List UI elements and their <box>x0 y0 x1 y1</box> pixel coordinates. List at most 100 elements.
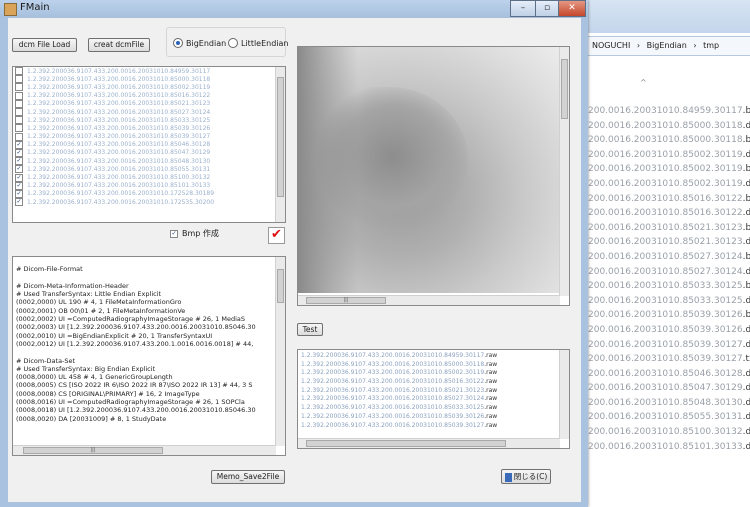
checkbox-unchecked-icon[interactable] <box>15 75 23 84</box>
raw-list-vertical-scrollbar[interactable] <box>559 350 569 439</box>
memo-save-button[interactable]: Memo_Save2File <box>211 470 285 484</box>
checklist-item[interactable]: ✓ 1.2.392.200036.9107.433.200.0016.200310… <box>13 148 285 157</box>
explorer-file-item[interactable]: 200.0016.20031010.85027.30124.dcm <box>588 265 750 280</box>
checkbox-checked-icon[interactable]: ✓ <box>15 148 23 157</box>
raw-file-list[interactable]: 1.2.392.200036.9107.433.200.0016.2003101… <box>297 349 570 449</box>
checklist-item[interactable]: 1.2.392.200036.9107.433.200.0016.2003101… <box>13 67 285 76</box>
checkbox-checked-icon[interactable]: ✓ <box>15 189 23 198</box>
explorer-file-item[interactable]: 200.0016.20031010.85021.30123.dcm <box>588 235 750 250</box>
checklist-item[interactable]: 1.2.392.200036.9107.433.200.0016.2003101… <box>13 116 285 125</box>
checklist-item[interactable]: 1.2.392.200036.9107.433.200.0016.2003101… <box>13 83 285 92</box>
address-segment[interactable]: NOGUCHI <box>592 41 630 50</box>
checkbox-unchecked-icon[interactable] <box>15 99 23 108</box>
checkbox-checked-icon[interactable]: ✓ <box>15 165 23 174</box>
checklist-item[interactable]: ✓ 1.2.392.200036.9107.433.200.0016.200310… <box>13 189 285 198</box>
explorer-file-item[interactable]: 200.0016.20031010.85000.30118.bmp <box>588 133 750 148</box>
raw-list-item[interactable]: 1.2.392.200036.9107.433.200.0016.2003101… <box>298 387 569 396</box>
maximize-button[interactable]: ▫ <box>535 0 559 17</box>
checkbox-unchecked-icon[interactable] <box>15 91 23 100</box>
explorer-file-item[interactable]: 200.0016.20031010.85039.30126.dcm <box>588 323 750 338</box>
close-app-button[interactable]: 閉じる(C) <box>501 469 551 484</box>
address-segment[interactable]: tmp <box>703 41 719 50</box>
checklist-item[interactable]: ✓ 1.2.392.200036.9107.433.200.0016.200310… <box>13 173 285 182</box>
radio-little-endian[interactable]: LittleEndian <box>228 38 289 48</box>
image-vertical-scrollbar[interactable] <box>559 47 569 296</box>
dicom-info-memo[interactable]: # Dicom-File-Format # Dicom-Meta-Informat… <box>12 256 286 456</box>
minimize-button[interactable]: – <box>510 0 536 17</box>
checkbox-checked-icon[interactable]: ✓ <box>15 181 23 190</box>
explorer-address-bar[interactable]: NOGUCHI › BigEndian › tmp <box>588 36 750 56</box>
explorer-file-item[interactable]: 200.0016.20031010.85027.30124.bmp <box>588 250 750 265</box>
checkbox-checked-icon[interactable]: ✓ <box>15 157 23 166</box>
explorer-file-item[interactable]: 200.0016.20031010.85002.30119.dcm <box>588 148 750 163</box>
checkbox-unchecked-icon[interactable] <box>15 116 23 125</box>
explorer-file-item[interactable]: 200.0016.20031010.85100.30132.dcm <box>588 425 750 440</box>
raw-list-item[interactable]: 1.2.392.200036.9107.433.200.0016.2003101… <box>298 395 569 404</box>
explorer-file-item[interactable]: 200.0016.20031010.85046.30128.dcm <box>588 367 750 382</box>
explorer-file-item[interactable]: 200.0016.20031010.85000.30118.dcm <box>588 119 750 134</box>
checklist-item[interactable]: 1.2.392.200036.9107.433.200.0016.2003101… <box>13 99 285 108</box>
checklist-item[interactable]: 1.2.392.200036.9107.433.200.0016.2003101… <box>13 91 285 100</box>
explorer-file-item[interactable]: 200.0016.20031010.85055.30131.dcm <box>588 410 750 425</box>
explorer-file-item[interactable]: 200.0016.20031010.84959.30117.bmp <box>588 104 750 119</box>
radio-big-endian[interactable]: BigEndian <box>173 38 226 48</box>
dcm-file-checklist[interactable]: 1.2.392.200036.9107.433.200.0016.2003101… <box>12 66 286 223</box>
bmp-create-checkbox[interactable]: ✓ Bmp 作成 <box>168 228 219 239</box>
explorer-file-item[interactable]: 200.0016.20031010.85033.30125.dcm <box>588 294 750 309</box>
raw-list-item[interactable]: 1.2.392.200036.9107.433.200.0016.2003101… <box>298 422 569 431</box>
scrollbar-thumb[interactable] <box>561 59 568 119</box>
explorer-file-item[interactable]: 200.0016.20031010.85101.30133.dcm <box>588 440 750 455</box>
checkbox-unchecked-icon[interactable] <box>15 108 23 117</box>
explorer-file-item[interactable]: 200.0016.20031010.85016.30122.dcm <box>588 206 750 221</box>
close-window-button[interactable]: ✕ <box>558 0 586 17</box>
explorer-file-item[interactable]: 200.0016.20031010.85048.30130.dcm <box>588 396 750 411</box>
checklist-item[interactable]: 1.2.392.200036.9107.433.200.0016.2003101… <box>13 124 285 133</box>
raw-list-item[interactable]: 1.2.392.200036.9107.433.200.0016.2003101… <box>298 361 569 370</box>
checkbox-checked-icon[interactable]: ✓ <box>15 198 23 207</box>
raw-list-item[interactable]: 1.2.392.200036.9107.433.200.0016.2003101… <box>298 404 569 413</box>
raw-list-item[interactable]: 1.2.392.200036.9107.433.200.0016.2003101… <box>298 352 569 361</box>
checkbox-checked-icon[interactable]: ✓ <box>15 140 23 149</box>
address-segment[interactable]: BigEndian <box>647 41 687 50</box>
image-horizontal-scrollbar[interactable]: ||| <box>298 295 560 305</box>
memo-horizontal-scrollbar[interactable]: ||| <box>13 445 276 455</box>
raw-list-item[interactable]: 1.2.392.200036.9107.433.200.0016.2003101… <box>298 378 569 387</box>
checklist-item[interactable]: 1.2.392.200036.9107.433.200.0016.2003101… <box>13 75 285 84</box>
scrollbar-thumb[interactable]: ||| <box>306 297 386 304</box>
raw-list-item[interactable]: 1.2.392.200036.9107.433.200.0016.2003101… <box>298 369 569 378</box>
checkbox-unchecked-icon[interactable] <box>15 83 23 92</box>
raw-list-horizontal-scrollbar[interactable] <box>298 438 560 448</box>
title-bar[interactable]: FMain – ▫ ✕ <box>0 0 588 18</box>
test-button[interactable]: Test <box>297 323 323 336</box>
explorer-file-item[interactable]: 200.0016.20031010.85002.30119.dcm <box>588 177 750 192</box>
scrollbar-thumb[interactable]: ||| <box>23 447 163 454</box>
checklist-vertical-scrollbar[interactable] <box>275 67 285 222</box>
checklist-item[interactable]: ✓ 1.2.392.200036.9107.433.200.0016.200310… <box>13 181 285 190</box>
dcm-file-load-button[interactable]: dcm File Load <box>12 38 77 52</box>
image-preview-panel[interactable]: ||| <box>297 46 570 306</box>
explorer-file-item[interactable]: 200.0016.20031010.85047.30129.dcm <box>588 381 750 396</box>
explorer-file-item[interactable]: 200.0016.20031010.85021.30123.bmp <box>588 221 750 236</box>
scrollbar-thumb[interactable] <box>306 440 506 447</box>
checkbox-unchecked-icon[interactable] <box>15 124 23 133</box>
scrollbar-thumb[interactable] <box>277 77 284 197</box>
raw-list-item[interactable]: 1.2.392.200036.9107.433.200.0016.2003101… <box>298 413 569 422</box>
create-dcm-file-button[interactable]: creat dcmFile <box>88 38 150 52</box>
checklist-item[interactable]: ✓ 1.2.392.200036.9107.433.200.0016.200310… <box>13 165 285 174</box>
memo-vertical-scrollbar[interactable] <box>275 257 285 446</box>
explorer-file-item[interactable]: 200.0016.20031010.85039.30127.txt <box>588 352 750 367</box>
checklist-item[interactable]: ✓ 1.2.392.200036.9107.433.200.0016.200310… <box>13 140 285 149</box>
explorer-file-item[interactable]: 200.0016.20031010.85033.30125.bmp <box>588 279 750 294</box>
explorer-file-item[interactable]: 200.0016.20031010.85039.30127.dcm <box>588 338 750 353</box>
checkbox-unchecked-icon[interactable] <box>15 67 23 76</box>
explorer-file-item[interactable]: 200.0016.20031010.85039.30126.bmp <box>588 308 750 323</box>
explorer-file-item[interactable]: 200.0016.20031010.85002.30119.bmp <box>588 162 750 177</box>
sort-caret-icon[interactable]: ^ <box>640 78 647 87</box>
checklist-item[interactable]: ✓ 1.2.392.200036.9107.433.200.0016.200310… <box>13 198 285 207</box>
checkbox-unchecked-icon[interactable] <box>15 132 23 141</box>
checklist-item[interactable]: 1.2.392.200036.9107.433.200.0016.2003101… <box>13 108 285 117</box>
checklist-item[interactable]: ✓ 1.2.392.200036.9107.433.200.0016.200310… <box>13 157 285 166</box>
scrollbar-thumb[interactable] <box>277 269 284 303</box>
checkbox-checked-icon[interactable]: ✓ <box>15 173 23 182</box>
red-checkmark-button[interactable]: ✔ <box>268 227 285 244</box>
